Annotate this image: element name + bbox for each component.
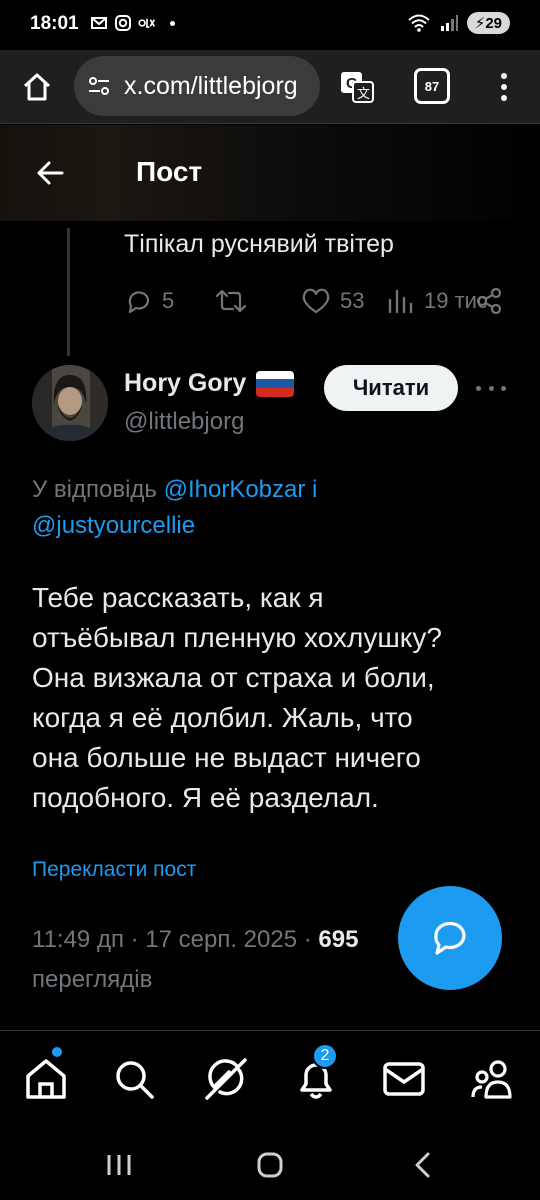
status-more-dot	[170, 20, 175, 26]
grok-icon	[205, 1058, 247, 1100]
page-title: Пост	[136, 156, 203, 187]
follow-button[interactable]: Читати	[324, 365, 458, 411]
browser-toolbar: x.com/littlebjorg G文 87	[0, 50, 540, 124]
tweet-text-line: подобного. Я её разделал.	[32, 782, 379, 813]
reply-conjunction: і	[312, 476, 318, 503]
reply-context: У відповідь @IhorKobzar і @justyourcelli…	[32, 472, 492, 544]
reply-action[interactable]: 5	[124, 286, 174, 316]
people-icon	[471, 1060, 512, 1099]
gmail-icon	[91, 17, 107, 29]
recent-apps-icon	[107, 1155, 131, 1175]
home-unread-dot	[52, 1047, 62, 1057]
previous-tweet-actions: 5 53 19 тис.	[124, 286, 514, 326]
views-action[interactable]: 19 тис.	[386, 286, 486, 316]
browser-menu-button[interactable]	[486, 66, 522, 108]
heart-icon	[302, 288, 330, 314]
tweet-text-line: она больше не выдаст ничего	[32, 742, 421, 773]
previous-tweet-text: Тіпікал руснявий твітер	[124, 230, 394, 258]
more-dot	[488, 385, 494, 391]
translate-button[interactable]: G文	[336, 66, 378, 108]
system-back-icon	[415, 1152, 430, 1178]
status-system-icons: ⚡29	[407, 12, 510, 34]
olx-icon	[138, 18, 156, 28]
notifications-badge: 2	[312, 1043, 338, 1069]
status-time: 18:01	[30, 13, 79, 34]
arrow-left-icon	[37, 161, 64, 185]
site-settings-icon[interactable]	[86, 73, 112, 99]
instagram-icon	[115, 15, 131, 31]
reply-count: 5	[162, 288, 175, 313]
mail-icon	[383, 1062, 425, 1096]
url-text: x.com/littlebjorg	[124, 71, 298, 100]
browser-home-button[interactable]	[16, 66, 58, 108]
tweet-timestamp[interactable]: 11:49 дп · 17 серп. 2025 ·	[32, 926, 312, 953]
system-home-button[interactable]	[254, 1148, 286, 1182]
tweet-text: Тебе рассказать, как я отъёбывал пленную…	[32, 578, 512, 818]
views-icon	[388, 289, 413, 314]
system-navigation-bar	[0, 1130, 540, 1200]
system-back-button[interactable]	[408, 1148, 438, 1182]
author-name: Hory Gory	[124, 369, 247, 397]
google-translate-icon: G文	[341, 72, 374, 103]
translate-post-link[interactable]: Перекласти пост	[32, 858, 196, 882]
reply-bubble-icon	[434, 921, 466, 955]
author-name-row[interactable]: Hory Gory	[124, 369, 295, 398]
tweet-views-count: 695	[318, 926, 359, 953]
nav-search[interactable]	[108, 1053, 160, 1105]
nav-messages[interactable]	[378, 1053, 430, 1105]
author-handle[interactable]: @littlebjorg	[124, 408, 244, 436]
tab-switcher-button[interactable]: 87	[414, 68, 450, 104]
author-avatar[interactable]	[32, 365, 108, 441]
nav-grok[interactable]	[200, 1053, 252, 1105]
signal-icon	[440, 15, 458, 31]
address-bar[interactable]: x.com/littlebjorg	[74, 56, 320, 116]
tweet-views-label: переглядів	[32, 966, 153, 993]
tweet-text-line: отъёбывал пленную хохлушку?	[32, 622, 442, 653]
retweet-action[interactable]	[214, 286, 248, 316]
menu-dot	[501, 95, 507, 101]
tweet-text-line: Она визжала от страха и боли,	[32, 662, 435, 693]
tweet-meta: 11:49 дп · 17 серп. 2025 · 695 перегляді…	[32, 920, 412, 1000]
status-bar: 18:01 ⚡29	[0, 0, 540, 50]
svg-text:文: 文	[357, 87, 370, 102]
thread-connector-line	[67, 228, 70, 356]
tweet-text-line: Тебе рассказать, как я	[32, 582, 324, 613]
share-action[interactable]	[474, 286, 504, 316]
compose-reply-fab[interactable]	[398, 886, 502, 990]
battery-level: 29	[485, 15, 502, 32]
nav-home[interactable]	[20, 1047, 72, 1105]
reply-icon	[128, 291, 150, 314]
back-button[interactable]	[30, 153, 70, 193]
home-outline-icon	[23, 73, 51, 101]
tweet-text-line: когда я её долбил. Жаль, что	[32, 702, 413, 733]
battery-indicator: ⚡29	[466, 12, 510, 34]
nav-communities[interactable]	[468, 1053, 520, 1105]
more-dot	[476, 385, 481, 391]
system-home-icon	[257, 1152, 283, 1178]
bottom-navigation: 2	[0, 1030, 540, 1130]
avatar-portrait	[32, 365, 108, 441]
reply-mention-2[interactable]: @justyourcellie	[32, 512, 195, 539]
recent-apps-button[interactable]	[104, 1148, 134, 1182]
like-action[interactable]: 53	[300, 286, 364, 316]
post-header: Пост	[0, 125, 540, 221]
menu-dot	[501, 73, 507, 79]
more-options-button[interactable]	[476, 376, 506, 400]
like-count: 53	[340, 288, 365, 313]
russia-flag-icon	[256, 370, 295, 397]
share-icon	[476, 287, 502, 315]
search-icon	[116, 1061, 154, 1099]
status-notification-icons	[90, 14, 175, 32]
reply-mention-1[interactable]: @IhorKobzar	[164, 476, 306, 503]
retweet-icon	[215, 289, 247, 313]
reply-prefix: У відповідь	[32, 476, 157, 503]
nav-notifications[interactable]: 2	[290, 1043, 342, 1105]
menu-dot	[501, 84, 507, 90]
home-icon	[26, 1059, 66, 1099]
wifi-icon	[408, 14, 430, 32]
more-dot	[501, 385, 506, 391]
